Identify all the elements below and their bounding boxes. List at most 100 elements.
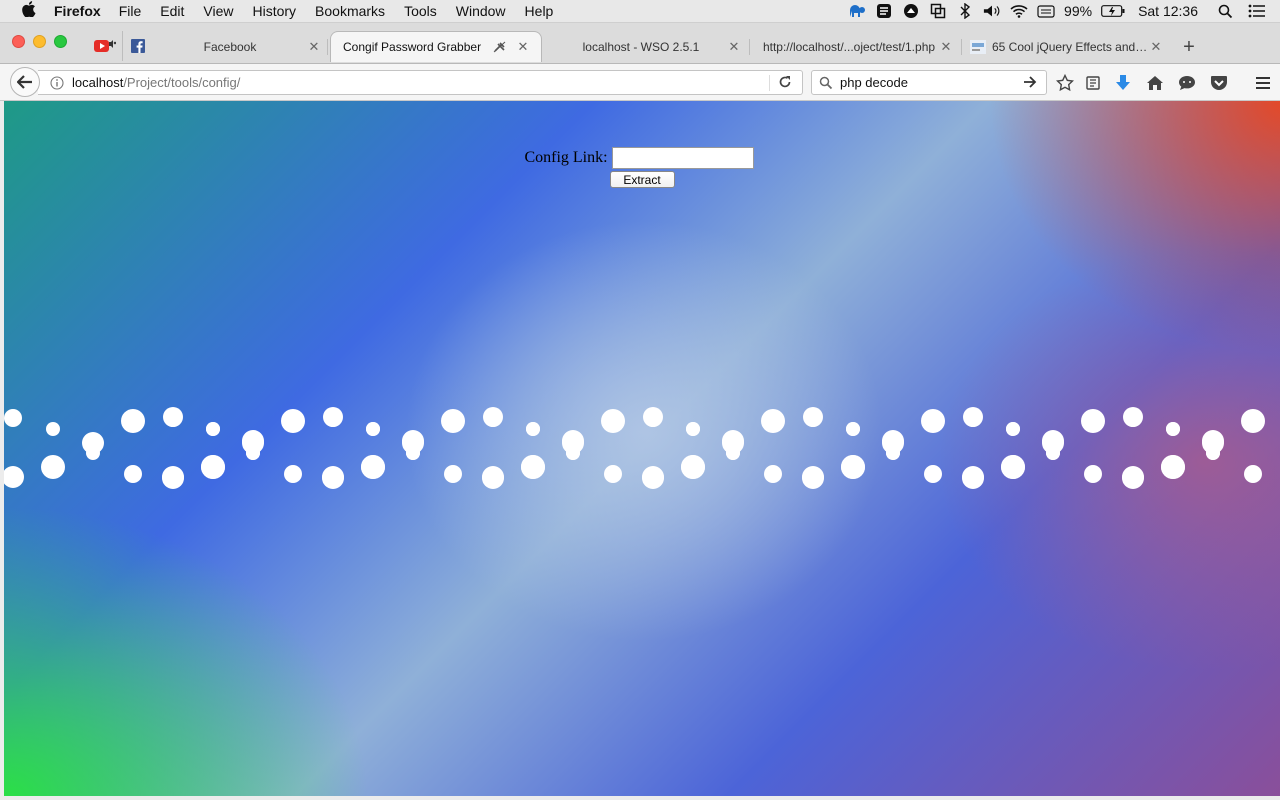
menu-file[interactable]: File [119, 3, 142, 19]
tab-label: Congif Password Grabber [343, 40, 482, 54]
bluetooth-icon[interactable] [956, 3, 974, 19]
decorative-dot [324, 409, 342, 427]
site-info-icon[interactable] [50, 75, 64, 90]
decorative-dot [601, 409, 625, 433]
wifi-icon[interactable] [1010, 3, 1028, 19]
elephant-icon[interactable] [848, 3, 866, 19]
url-host: localhost [72, 75, 124, 90]
pinned-tab-youtube[interactable] [90, 31, 120, 61]
decorative-dot [441, 409, 465, 433]
config-form: Config Link: Extract [4, 147, 1280, 188]
tab-close-icon[interactable]: ✕ [306, 39, 322, 55]
menu-bookmarks[interactable]: Bookmarks [315, 3, 385, 19]
decorative-dot [604, 465, 622, 483]
bookmark-star-icon[interactable] [1056, 74, 1074, 92]
decorative-dot [121, 409, 145, 433]
decorative-dot [164, 409, 182, 427]
battery-percent[interactable]: 99% [1064, 3, 1092, 19]
url-bar[interactable]: localhost/Project/tools/config/ [38, 70, 803, 95]
decorative-dot [644, 409, 662, 427]
decorative-dot [201, 455, 225, 479]
tab-jquery-effects[interactable]: 65 Cool jQuery Effects and ... ✕ [964, 31, 1170, 62]
decorative-dot [804, 409, 822, 427]
new-tab-button[interactable]: + [1180, 37, 1198, 57]
decorative-dot [681, 455, 705, 479]
decorative-dot [886, 446, 900, 460]
menu-view[interactable]: View [203, 3, 233, 19]
window-zoom-button[interactable] [54, 35, 67, 48]
decorative-dot [1124, 409, 1142, 427]
config-link-label: Config Link: [524, 149, 608, 166]
tab-close-icon[interactable]: ✕ [515, 39, 531, 55]
decorative-dot [566, 446, 580, 460]
search-bar[interactable]: php decode [811, 70, 1047, 95]
tab-close-icon[interactable]: ✕ [726, 39, 742, 55]
decorative-dot [361, 455, 385, 479]
menu-window[interactable]: Window [456, 3, 506, 19]
facebook-icon [131, 39, 145, 53]
decorative-dot [4, 466, 24, 488]
tab-label: localhost - WSO 2.5.1 [582, 39, 700, 54]
decorative-dot [1006, 422, 1020, 436]
pocket-icon[interactable] [1210, 74, 1228, 92]
search-go-icon[interactable] [1023, 75, 1039, 91]
decorative-dot [1122, 466, 1144, 488]
pinned-tab-facebook[interactable] [122, 31, 153, 61]
volume-icon[interactable] [983, 3, 1001, 19]
apple-menu-icon[interactable] [20, 1, 38, 21]
decorative-dot [726, 446, 740, 460]
tab-strip: Facebook ✕ Congif Password Grabber ✕ loc… [0, 23, 1280, 63]
youtube-muted-icon [94, 40, 116, 52]
decorative-dot [162, 466, 184, 488]
menu-bar: Firefox File Edit View History Bookmarks… [0, 0, 1280, 23]
menu-app-name[interactable]: Firefox [54, 3, 101, 19]
decorative-dot [284, 465, 302, 483]
bookmarks-menu-icon[interactable] [1084, 74, 1102, 92]
display-icon[interactable] [929, 3, 947, 19]
tab-test-php[interactable]: http://localhost/...oject/test/1.php ✕ [752, 31, 962, 62]
tab-facebook[interactable]: Facebook ✕ [150, 31, 328, 62]
decorative-dot [841, 455, 865, 479]
tab-close-icon[interactable]: ✕ [1148, 39, 1164, 55]
window-close-button[interactable] [12, 35, 25, 48]
spotlight-icon[interactable] [1216, 3, 1234, 19]
menu-edit[interactable]: Edit [160, 3, 184, 19]
tab-wso[interactable]: localhost - WSO 2.5.1 ✕ [544, 31, 750, 62]
muted-pin-icon[interactable] [493, 41, 511, 53]
decorative-dot [366, 422, 380, 436]
decorative-dot [686, 422, 700, 436]
decorative-dot [281, 409, 305, 433]
window-minimize-button[interactable] [33, 35, 46, 48]
extract-button[interactable]: Extract [609, 171, 675, 188]
menu-history[interactable]: History [252, 3, 296, 19]
decorative-dot [124, 465, 142, 483]
decorative-dot [924, 465, 942, 483]
decorative-dot [406, 446, 420, 460]
decorative-dot [1046, 446, 1060, 460]
eject-icon[interactable] [902, 3, 920, 19]
status-area: 99% Sat 12:36 [848, 0, 1280, 22]
scripts-icon[interactable] [875, 3, 893, 19]
tab-close-icon[interactable]: ✕ [938, 39, 954, 55]
config-link-input[interactable] [611, 147, 754, 169]
notification-center-icon[interactable] [1248, 3, 1266, 19]
back-button[interactable] [10, 67, 40, 97]
battery-charging-icon[interactable] [1101, 3, 1125, 19]
decorative-dot [764, 465, 782, 483]
hello-chat-icon[interactable] [1178, 74, 1196, 92]
decorative-dot [1084, 465, 1102, 483]
menu-tools[interactable]: Tools [404, 3, 437, 19]
tab-config-grabber[interactable]: Congif Password Grabber ✕ [330, 31, 542, 62]
decorative-dot [482, 466, 504, 488]
clock[interactable]: Sat 12:36 [1138, 3, 1198, 19]
downloads-icon[interactable] [1114, 74, 1132, 92]
decorative-dot [964, 409, 982, 427]
tab-label: http://localhost/...oject/test/1.php [762, 39, 936, 54]
navigation-toolbar: localhost/Project/tools/config/ php deco… [0, 63, 1280, 101]
keyboard-input-icon[interactable] [1037, 3, 1055, 19]
hamburger-menu-icon[interactable] [1254, 74, 1272, 92]
reload-icon[interactable] [769, 75, 794, 91]
menu-help[interactable]: Help [525, 3, 554, 19]
home-icon[interactable] [1146, 74, 1164, 92]
search-input[interactable]: php decode [840, 75, 908, 90]
